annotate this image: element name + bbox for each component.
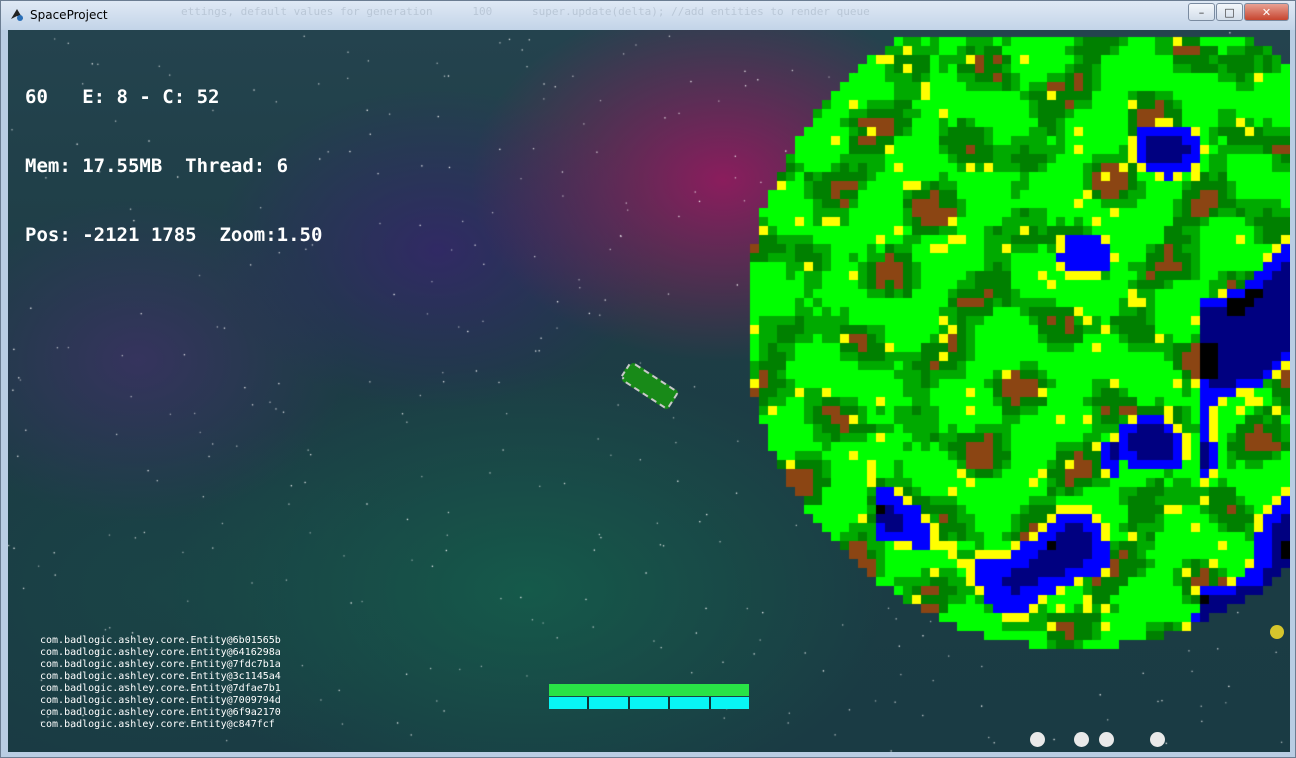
entity-item: com.badlogic.ashley.core.Entity@6b01565b: [40, 635, 281, 646]
background-editor-text: ettings, default values for generation 1…: [181, 5, 870, 18]
hud-fps-entities: 60 E: 8 - C: 52: [25, 86, 220, 108]
sun-icon[interactable]: [1270, 625, 1284, 639]
entity-list: com.badlogic.ashley.core.Entity@6b01565b…: [40, 635, 281, 731]
close-button[interactable]: ✕: [1244, 3, 1289, 21]
entity-item: com.badlogic.ashley.core.Entity@7dfae7b1: [40, 683, 281, 694]
energy-segment: [710, 697, 750, 709]
energy-segment: [589, 697, 630, 709]
entity-item: com.badlogic.ashley.core.Entity@6416298a: [40, 647, 281, 658]
planet-marker-icon[interactable]: [1030, 732, 1045, 747]
title-bar[interactable]: SpaceProject ettings, default values for…: [1, 1, 1295, 30]
energy-segment: [670, 697, 711, 709]
minimize-button[interactable]: –: [1188, 3, 1215, 21]
debug-hud: 60 E: 8 - C: 52 Mem: 17.55MB Thread: 6 P…: [25, 40, 322, 293]
window-title: SpaceProject: [30, 8, 108, 22]
window-controls: – □ ✕: [1187, 3, 1289, 22]
hud-position-zoom: Pos: -2121 1785 Zoom:1.50: [25, 224, 323, 246]
planet-marker-icon[interactable]: [1099, 732, 1114, 747]
entity-item: com.badlogic.ashley.core.Entity@7fdc7b1a: [40, 659, 281, 670]
entity-item: com.badlogic.ashley.core.Entity@c847fcf: [40, 719, 275, 730]
spaceship-app-icon: [11, 9, 23, 21]
planet-marker-icon[interactable]: [1150, 732, 1165, 747]
entity-item: com.badlogic.ashley.core.Entity@3c1145a4: [40, 671, 281, 682]
energy-segment: [629, 697, 671, 709]
entity-item: com.badlogic.ashley.core.Entity@7009794d: [40, 695, 281, 706]
entity-item: com.badlogic.ashley.core.Entity@6f9a2170: [40, 707, 281, 718]
energy-bar: [549, 697, 750, 709]
energy-segment: [549, 697, 590, 709]
planet-marker-icon[interactable]: [1074, 732, 1089, 747]
app-window: SpaceProject ettings, default values for…: [0, 0, 1296, 758]
health-bar: [549, 684, 749, 696]
game-viewport[interactable]: 60 E: 8 - C: 52 Mem: 17.55MB Thread: 6 P…: [8, 30, 1290, 752]
maximize-button[interactable]: □: [1216, 3, 1243, 21]
hud-memory-threads: Mem: 17.55MB Thread: 6: [25, 155, 289, 177]
